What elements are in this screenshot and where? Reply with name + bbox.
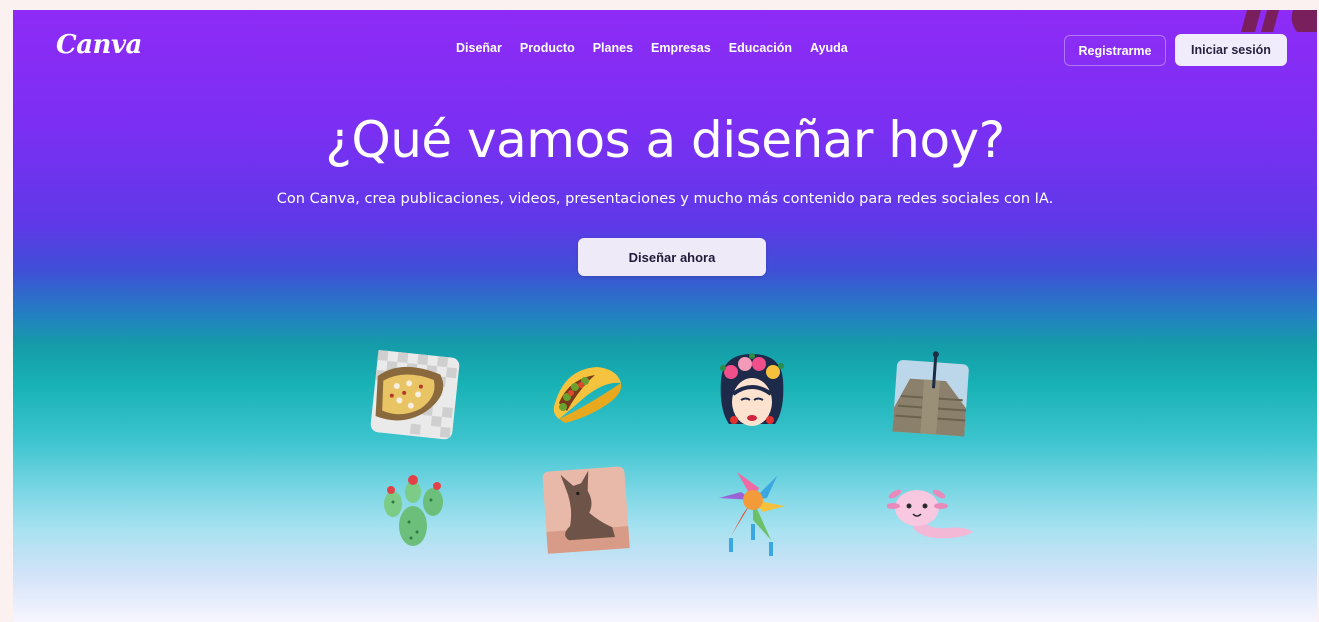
nav-item-educacion[interactable]: Educación — [729, 41, 801, 55]
nav-item-disenar[interactable]: Diseñar — [456, 41, 511, 55]
nav-item-ayuda[interactable]: Ayuda — [810, 41, 857, 55]
login-button[interactable]: Iniciar sesión — [1175, 34, 1287, 66]
corner-decoration-icon — [1241, 10, 1317, 32]
taco-icon[interactable] — [545, 363, 625, 425]
design-now-button[interactable]: Diseñar ahora — [578, 238, 766, 276]
nav-item-empresas[interactable]: Empresas — [651, 41, 720, 55]
xolo-dog-photo[interactable] — [539, 463, 633, 557]
nav-item-planes[interactable]: Planes — [593, 41, 642, 55]
pyramid-photo[interactable] — [887, 350, 973, 440]
elote-corn-image[interactable] — [368, 350, 462, 440]
hero-section: Canva Diseñar Producto Planes Empresas E… — [13, 10, 1317, 622]
pinata-icon[interactable] — [715, 466, 791, 562]
frida-illustration[interactable] — [715, 350, 789, 442]
register-button[interactable]: Registrarme — [1064, 35, 1166, 66]
nav-item-producto[interactable]: Producto — [520, 41, 584, 55]
axolotl-icon[interactable] — [887, 476, 977, 546]
hero-title: ¿Qué vamos a diseñar hoy? — [325, 111, 1005, 169]
cactus-icon[interactable] — [379, 472, 449, 550]
hero-subtitle: Con Canva, crea publicaciones, videos, p… — [276, 191, 1054, 207]
main-nav: Diseñar Producto Planes Empresas Educaci… — [456, 41, 866, 55]
canva-logo[interactable]: Canva — [56, 30, 142, 60]
